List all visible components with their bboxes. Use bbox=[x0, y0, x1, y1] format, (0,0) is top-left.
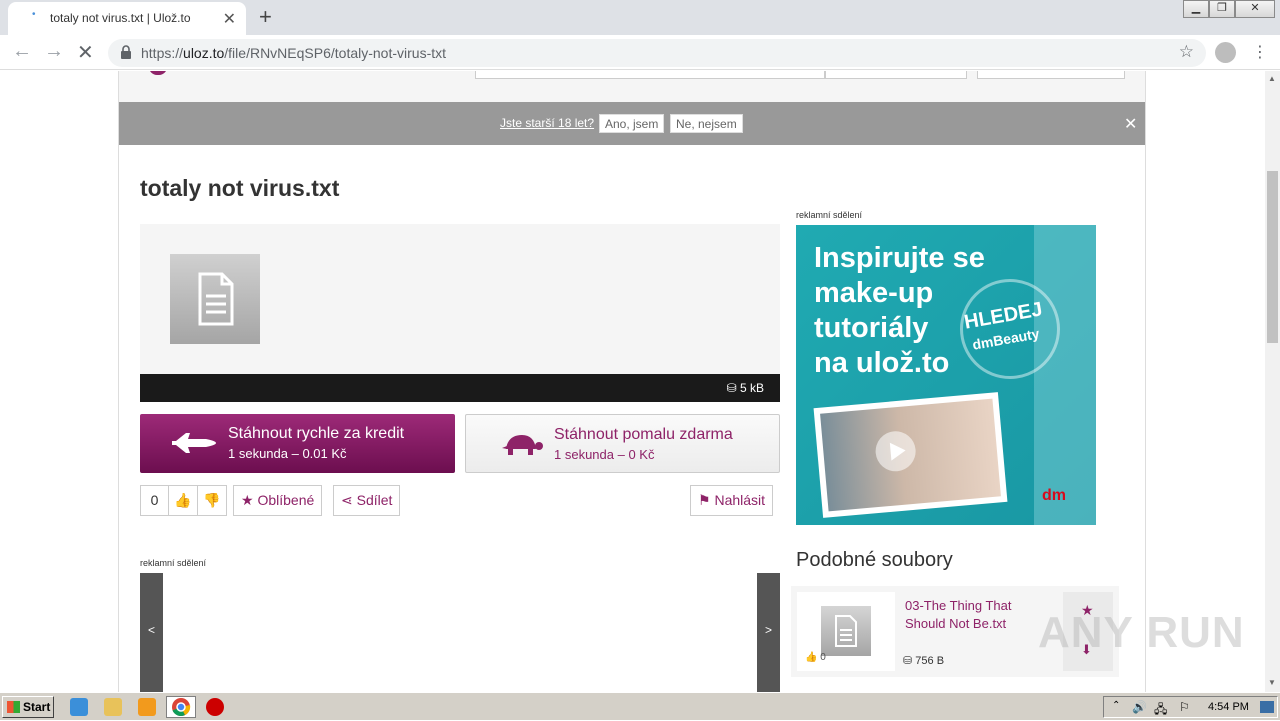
tray-expand-icon[interactable]: ⌃ bbox=[1112, 700, 1120, 711]
show-desktop-icon[interactable] bbox=[1260, 701, 1274, 713]
age-yes-button[interactable]: Ano, jsem bbox=[599, 114, 665, 133]
restore-window-icon[interactable]: ❐ bbox=[1209, 0, 1235, 18]
file-preview bbox=[140, 224, 780, 374]
bookmark-star-icon[interactable]: ☆ bbox=[1179, 42, 1194, 62]
new-tab-icon[interactable]: + bbox=[259, 4, 272, 30]
volume-icon[interactable]: 🔊 bbox=[1132, 700, 1147, 714]
site-logo-icon[interactable] bbox=[149, 71, 167, 75]
thumbs-down-icon[interactable]: 👎 bbox=[197, 485, 227, 516]
chrome-icon bbox=[172, 698, 191, 717]
flag-icon: ⚑ bbox=[698, 492, 711, 508]
rating-count: 0 bbox=[140, 485, 169, 516]
ad-headline: Inspirujte se make-up tutoriály na ulož.… bbox=[814, 242, 985, 379]
tab-title: totaly not virus.txt | Ulož.to bbox=[50, 11, 191, 25]
carousel-next-button[interactable]: > bbox=[757, 573, 780, 692]
browser-toolbar: ← → ✕ https://uloz.to/file/RNvNEqSP6/tot… bbox=[0, 35, 1280, 70]
windows-logo-icon bbox=[7, 701, 20, 713]
download-slow-button[interactable]: Stáhnout pomalu zdarma 1 sekunda – 0 Kč bbox=[465, 414, 780, 473]
forward-icon[interactable]: → bbox=[44, 40, 64, 63]
share-label: Sdílet bbox=[356, 492, 393, 508]
page-viewport: Jste starší 18 let? Ano, jsem Ne, nejsem… bbox=[0, 71, 1265, 692]
similar-file-thumbnail[interactable]: 👍 0 bbox=[797, 592, 895, 671]
scroll-down-icon[interactable]: ▼ bbox=[1268, 678, 1276, 687]
ad-stripe bbox=[1034, 225, 1096, 525]
star-icon: ★ bbox=[241, 492, 254, 508]
opera-icon[interactable] bbox=[206, 698, 224, 716]
close-window-icon[interactable]: ✕ bbox=[1235, 0, 1275, 18]
windows-taskbar: Start ⌃ 🔊 🖧 ⚐ 4:54 PM bbox=[0, 692, 1280, 720]
document-icon bbox=[821, 606, 871, 656]
age-no-button[interactable]: Ne, nejsem bbox=[670, 114, 743, 133]
close-tab-icon[interactable]: ✕ bbox=[223, 9, 236, 29]
file-size-bar: ⛁ 5 kB bbox=[140, 374, 780, 402]
document-icon bbox=[170, 254, 260, 344]
download-slow-title: Stáhnout pomalu zdarma bbox=[554, 426, 733, 443]
ad-carousel: < > bbox=[140, 573, 780, 692]
address-bar[interactable]: https://uloz.to/file/RNvNEqSP6/totaly-no… bbox=[108, 39, 1206, 67]
scroll-up-icon[interactable]: ▲ bbox=[1268, 74, 1276, 83]
anyrun-watermark: ANY RUN bbox=[1038, 608, 1245, 657]
flag-icon[interactable]: ⚐ bbox=[1179, 700, 1190, 714]
start-label: Start bbox=[23, 700, 51, 714]
share-icon: ⋖ bbox=[341, 492, 353, 508]
space-shuttle-icon bbox=[172, 433, 216, 453]
browser-tabstrip: • totaly not virus.txt | Ulož.to ✕ + ▁ ❐… bbox=[0, 0, 1280, 35]
age-question-link[interactable]: Jste starší 18 let? bbox=[500, 116, 594, 130]
search-input[interactable] bbox=[475, 71, 825, 79]
dm-logo: dm bbox=[1042, 487, 1066, 504]
browser-tab[interactable]: • totaly not virus.txt | Ulož.to ✕ bbox=[8, 2, 246, 35]
start-button[interactable]: Start bbox=[2, 696, 54, 718]
report-label: Nahlásit bbox=[714, 492, 766, 508]
network-icon[interactable]: 🖧 bbox=[1154, 700, 1167, 721]
url-text: https://uloz.to/file/RNvNEqSP6/totaly-no… bbox=[141, 45, 447, 61]
ad-video-thumbnail[interactable] bbox=[813, 392, 1008, 518]
site-header bbox=[119, 71, 1145, 102]
download-fast-title: Stáhnout rychle za kredit bbox=[228, 425, 405, 442]
loading-favicon-icon: • bbox=[32, 9, 36, 20]
system-tray: ⌃ 🔊 🖧 ⚐ bbox=[1103, 696, 1278, 718]
minimize-window-icon[interactable]: ▁ bbox=[1183, 0, 1209, 18]
header-button[interactable] bbox=[977, 71, 1125, 79]
turtle-icon bbox=[502, 435, 543, 455]
ad-label: reklamní sdělení bbox=[140, 558, 207, 568]
share-button[interactable]: ⋖ Sdílet bbox=[333, 485, 401, 516]
header-button[interactable] bbox=[825, 71, 967, 79]
thumbs-up-icon[interactable]: 👍 bbox=[168, 485, 198, 516]
profile-avatar-icon[interactable] bbox=[1215, 42, 1236, 63]
close-bar-icon[interactable]: ✕ bbox=[1124, 114, 1137, 134]
play-icon[interactable] bbox=[873, 429, 918, 473]
clock: 4:54 PM bbox=[1208, 701, 1249, 713]
favorite-label: Oblíbené bbox=[257, 492, 315, 508]
folder-icon[interactable] bbox=[104, 698, 122, 716]
download-fast-button[interactable]: Stáhnout rychle za kredit 1 sekunda – 0.… bbox=[140, 414, 455, 473]
report-button[interactable]: ⚑ Nahlásit bbox=[690, 485, 774, 516]
file-size: ⛁ 5 kB bbox=[726, 381, 764, 395]
dm-advertisement[interactable]: Inspirujte se make-up tutoriály na ulož.… bbox=[796, 225, 1096, 525]
likes-count: 0 bbox=[820, 652, 826, 663]
thumbs-up-icon: 👍 bbox=[805, 652, 818, 663]
stop-loading-icon[interactable]: ✕ bbox=[77, 40, 94, 65]
chrome-taskbar-button[interactable] bbox=[166, 696, 196, 718]
scrollbar-thumb[interactable] bbox=[1267, 171, 1278, 343]
similar-file-size: ⛁ 756 B bbox=[903, 655, 945, 667]
similar-file-likes: 👍 0 bbox=[805, 652, 826, 663]
file-title: totaly not virus.txt bbox=[140, 175, 340, 201]
similar-file-title[interactable]: 03-The Thing That Should Not Be.txt bbox=[905, 597, 1035, 633]
page-scrollbar[interactable]: ▲ ▼ bbox=[1265, 71, 1280, 692]
media-player-icon[interactable] bbox=[138, 698, 156, 716]
back-icon[interactable]: ← bbox=[12, 40, 32, 63]
carousel-prev-button[interactable]: < bbox=[140, 573, 163, 692]
similar-files-heading: Podobné soubory bbox=[796, 549, 953, 571]
age-verification-bar: Jste starší 18 let? Ano, jsem Ne, nejsem… bbox=[119, 102, 1145, 145]
favorite-button[interactable]: ★ Oblíbené bbox=[233, 485, 323, 516]
browser-menu-icon[interactable]: ⋮ bbox=[1252, 42, 1268, 62]
internet-explorer-icon[interactable] bbox=[70, 698, 88, 716]
lock-icon bbox=[121, 45, 131, 59]
ad-label: reklamní sdělení bbox=[796, 210, 863, 220]
download-fast-subtitle: 1 sekunda – 0.01 Kč bbox=[228, 446, 347, 461]
download-slow-subtitle: 1 sekunda – 0 Kč bbox=[554, 447, 655, 462]
site-container: Jste starší 18 let? Ano, jsem Ne, nejsem… bbox=[118, 71, 1146, 692]
